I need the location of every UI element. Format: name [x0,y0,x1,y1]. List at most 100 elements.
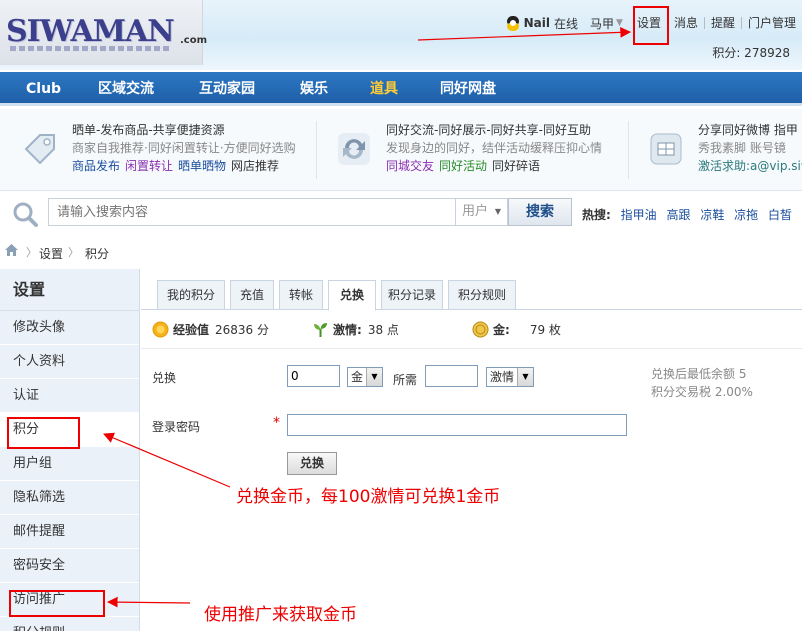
sidebar-item-avatar[interactable]: 修改头像 [0,311,139,345]
nav-item-entertainment[interactable]: 娱乐 [300,72,328,106]
promo-link[interactable]: 商品发布 [72,159,120,173]
online-status: 在线 [553,16,578,31]
from-unit-select[interactable]: 金 ▼ [347,367,383,387]
sun-icon [152,321,169,338]
sidebar-item-rules[interactable]: 积分规则 [0,617,139,631]
tax-info: 积分交易税 2.00% [651,385,753,399]
sidebar-item-password[interactable]: 密码安全 [0,549,139,583]
breadcrumb-settings[interactable]: 设置 [39,245,63,262]
sidebar-item-usergroup[interactable]: 用户组 [0,447,139,481]
breadcrumb-separator: 〉 [68,246,79,259]
promo-weibo: 分享同好微博 指甲 秀我素脚 账号镜 激活求助:a@vip.siw [648,121,802,185]
sidebar-item-email[interactable]: 邮件提醒 [0,515,139,549]
exchange-info: 兑换后最低余额 5 积分交易税 2.00% [651,365,753,401]
nav-item-regional[interactable]: 区域交流 [98,72,154,106]
promo-title: 同好交流-同好展示-同好共享-同好互助 [386,123,591,137]
user-name[interactable]: Nail [524,16,550,30]
refresh-icon [338,133,370,165]
min-balance-info: 兑换后最低余额 5 [651,367,747,381]
exchange-submit-button[interactable]: 兑换 [287,452,337,475]
hot-keyword[interactable]: 高跟 [666,208,690,222]
tab-exchange[interactable]: 兑换 [328,280,376,311]
breadcrumb-current: 积分 [85,247,110,261]
tab-transfer[interactable]: 转帐 [279,280,323,310]
header: SIWAMAN .com Nail 在线 马甲 ▼ 设置 消息 提醒 门户管理 … [0,0,802,70]
nav-item-community[interactable]: 互动家园 [199,72,255,106]
sidebar-item-verify[interactable]: 认证 [0,379,139,413]
promo-link[interactable]: 晒单晒物 [178,159,226,173]
messages-link[interactable]: 消息 [666,17,704,29]
settings-sidebar: 设置 修改头像 个人资料 认证 积分 用户组 隐私筛选 邮件提醒 密码安全 访问… [0,269,140,631]
hot-keyword[interactable]: 白皙 [768,208,792,222]
password-input[interactable] [287,414,627,436]
search-button[interactable]: 搜索 [508,198,572,226]
site-logo[interactable]: SIWAMAN .com [0,0,207,65]
logo-suffix: .com [180,35,208,46]
nav-item-club[interactable]: Club [26,72,61,106]
user-score[interactable]: 积分: 278928 [712,44,790,61]
hot-keyword[interactable]: 凉鞋 [700,208,724,222]
to-unit-select[interactable]: 激情 ▼ [486,367,534,387]
annotation-exchange-note: 兑换金币，每100激情可兑换1金币 [236,487,501,507]
portal-admin-link[interactable]: 门户管理 [740,17,802,29]
annotation-box-settings [633,6,669,45]
chevron-down-icon: ▼ [366,368,382,386]
promo-strip: 晒单-发布商品-共享便捷资源 商家自我推荐·同好闲置转让·方便同好选购 商品发布… [0,109,802,191]
promo-desc: 发现身边的同好，结伴活动缓释压抑心情 [386,141,603,155]
stat-experience: 经验值 26836 分 [152,321,269,338]
search-bar: 用户 ▼ 搜索 热搜: 指甲油 高跟 凉鞋 凉拖 白皙 [0,192,802,236]
annotation-box-promotion [9,590,105,617]
hot-keyword[interactable]: 凉拖 [734,208,758,222]
nav-item-props[interactable]: 道具 [370,72,398,106]
sprout-icon [314,323,327,337]
credits-panel: 我的积分 充值 转帐 兑换 积分记录 积分规则 经验值 26836 分 激情: … [141,269,802,631]
tab-recharge[interactable]: 充值 [230,280,274,310]
tag-icon [24,134,55,165]
tab-credit-log[interactable]: 积分记录 [381,280,443,310]
home-icon[interactable] [5,244,18,256]
stat-value: 38 点 [367,323,399,337]
hot-label: 热搜: [582,208,611,222]
stat-gold: 金: 79 枚 [472,321,561,338]
exchange-label: 兑换 [152,371,177,385]
stat-value: 26836 分 [215,323,270,337]
nav-item-netdisk[interactable]: 同好网盘 [440,72,496,106]
required-mark: * [273,415,280,431]
need-amount-input[interactable] [425,365,478,387]
need-label: 所需 [393,373,418,387]
divider [316,121,317,179]
hot-searches: 热搜: 指甲油 高跟 凉鞋 凉拖 白皙 [582,206,798,223]
weibo-icon [650,133,682,165]
sidebar-title: 设置 [0,269,139,311]
annotation-box-credits [7,417,80,449]
divider [628,121,629,179]
promo-contact[interactable]: 激活求助:a@vip.siw [698,157,802,175]
stat-passion: 激情: 38 点 [312,321,399,338]
promo-link[interactable]: 闲置转让 [125,159,173,173]
breadcrumb-separator: 〉 [26,246,37,259]
search-type-value: 用户 [462,204,489,219]
tab-my-credits[interactable]: 我的积分 [157,280,225,310]
stat-value: 79 枚 [529,323,561,337]
logo-text: SIWAMAN [6,14,175,49]
sidebar-item-privacy[interactable]: 隐私筛选 [0,481,139,515]
credit-stats: 经验值 26836 分 激情: 38 点 金: 79 枚 [152,321,792,341]
promo-title: 晒单-发布商品-共享便捷资源 [72,123,225,137]
exchange-amount-input[interactable] [287,365,340,387]
hot-keyword[interactable]: 指甲油 [621,208,657,222]
promo-link[interactable]: 同好碎语 [492,159,540,173]
promo-title: 分享同好微博 指甲 [698,123,798,137]
reminders-link[interactable]: 提醒 [703,17,741,29]
sidebar-item-profile[interactable]: 个人资料 [0,345,139,379]
promo-link[interactable]: 同城交友 [386,159,434,173]
chevron-down-icon[interactable]: ▼ [616,18,623,28]
promo-link[interactable]: 同好活动 [439,159,487,173]
coin-icon [472,321,489,338]
annotation-promotion-note: 使用推广来获取金币 [204,605,357,625]
tab-credit-rules[interactable]: 积分规则 [448,280,516,310]
promo-link[interactable]: 网店推荐 [231,159,279,173]
search-input[interactable] [48,198,456,226]
main-nav: Club 区域交流 互动家园 娱乐 道具 同好网盘 [0,72,802,106]
alt-account[interactable]: 马甲 [590,15,614,32]
search-type-select[interactable]: 用户 ▼ [456,198,508,226]
